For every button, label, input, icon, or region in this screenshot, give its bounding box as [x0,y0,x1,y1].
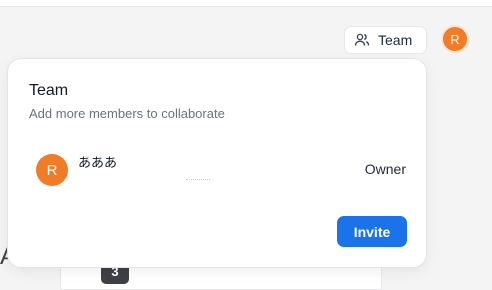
team-button-label: Team [378,32,413,48]
popover-title: Team [29,82,69,99]
member-email-obscured [78,172,218,184]
top-bar [0,0,492,7]
user-avatar[interactable]: R [441,25,469,53]
users-icon [354,32,370,48]
popover-subtitle: Add more members to collaborate [29,106,225,121]
team-popover: Team Add more members to collaborate R あ… [7,58,427,268]
member-name: あああ [78,156,118,171]
invite-button[interactable]: Invite [337,216,407,247]
member-avatar: R [36,154,68,186]
member-row: R あああ Owner [36,152,406,188]
team-button[interactable]: Team [344,26,427,54]
obscured-text-fragment [186,179,210,182]
member-role: Owner [364,161,406,177]
